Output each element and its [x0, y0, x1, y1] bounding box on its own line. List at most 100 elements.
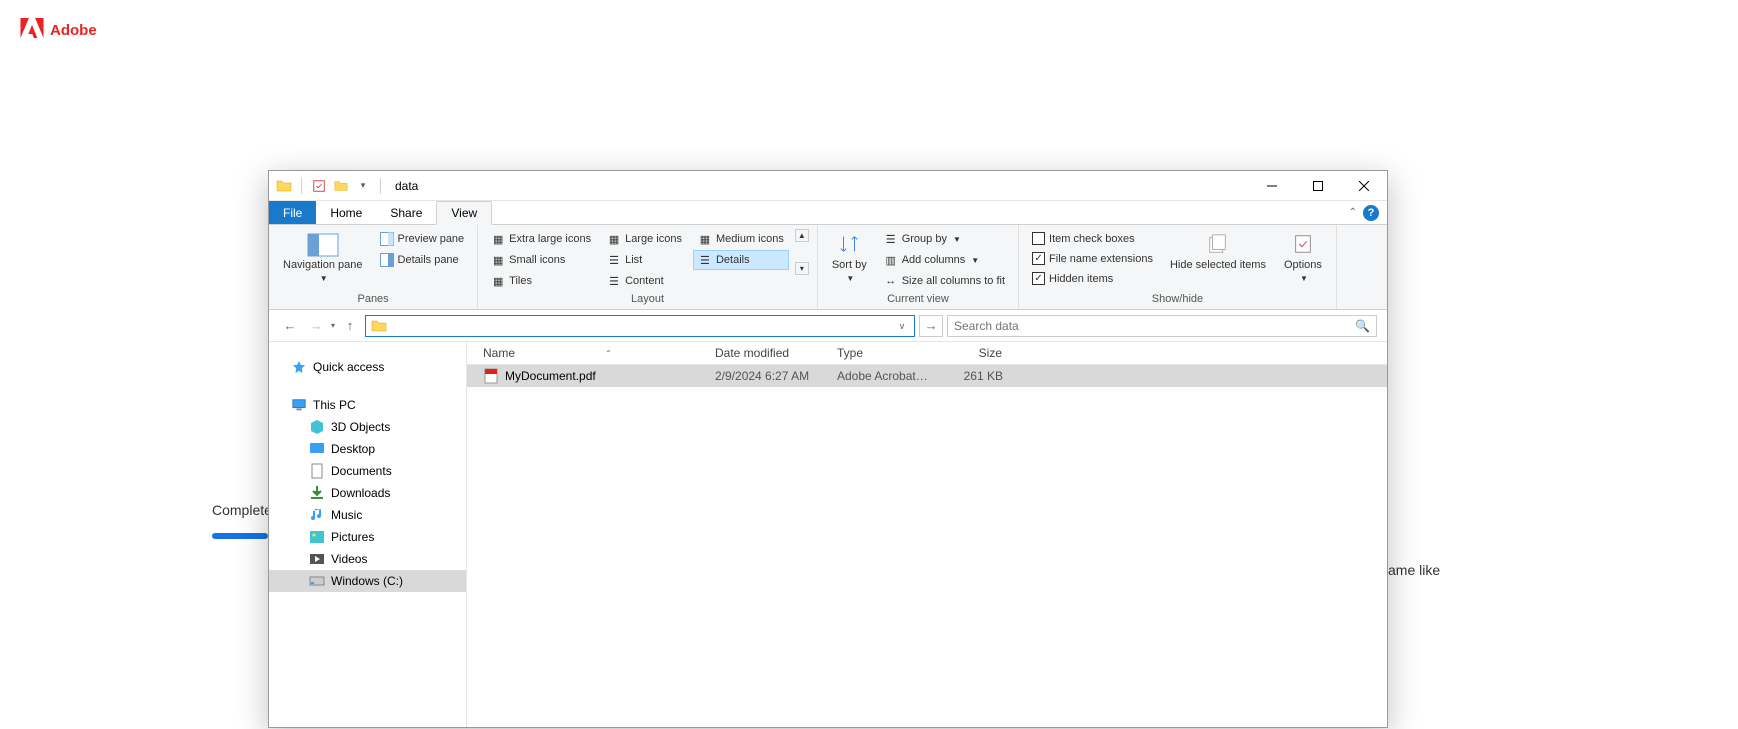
navigation-pane-label: Navigation pane — [283, 259, 363, 272]
forward-button[interactable]: → — [305, 315, 327, 337]
tree-quick-access[interactable]: Quick access — [269, 356, 466, 378]
checkbox-checked-icon: ✓ — [1032, 252, 1045, 265]
details-icon: ☰ — [698, 253, 712, 267]
preview-pane-label: Preview pane — [398, 233, 465, 245]
tree-item[interactable]: Videos — [269, 548, 466, 570]
extra-large-icons-button[interactable]: ▦Extra large icons — [486, 229, 596, 249]
tree-item-icon — [309, 573, 325, 589]
layout-expand-icon[interactable]: ▾ — [795, 262, 809, 275]
properties-icon[interactable] — [310, 177, 328, 195]
tree-item-label: Windows (C:) — [331, 574, 403, 588]
ribbon-tabs: File Home Share View ⌃ ? — [269, 201, 1387, 225]
small-icons-button[interactable]: ▦Small icons — [486, 250, 596, 270]
hidden-items-toggle[interactable]: ✓Hidden items — [1027, 269, 1158, 288]
col-type[interactable]: Type — [829, 342, 939, 364]
options-button[interactable]: Options▼ — [1278, 229, 1328, 288]
ribbon-group-showhide: Item check boxes ✓File name extensions ✓… — [1019, 225, 1337, 309]
adobe-logo: Adobe — [20, 18, 97, 43]
navigation-pane-icon — [307, 233, 339, 257]
help-button[interactable]: ? — [1363, 205, 1379, 221]
adobe-icon — [20, 18, 44, 43]
details-pane-button[interactable]: Details pane — [375, 250, 470, 270]
large-icons-button[interactable]: ▦Large icons — [602, 229, 687, 249]
titlebar-left: ▾ data — [269, 177, 418, 195]
tree-item-label: Downloads — [331, 486, 390, 500]
navigation-pane-button[interactable]: Navigation pane▼ — [277, 229, 369, 288]
tab-share[interactable]: Share — [376, 201, 436, 224]
sort-by-button[interactable]: Sort by▼ — [826, 229, 873, 288]
file-row[interactable]: MyDocument.pdf2/9/2024 6:27 AMAdobe Acro… — [467, 365, 1387, 387]
file-extensions-toggle[interactable]: ✓File name extensions — [1027, 249, 1158, 268]
collapse-ribbon-icon[interactable]: ⌃ — [1349, 207, 1357, 218]
hide-selected-button[interactable]: Hide selected items — [1164, 229, 1272, 276]
tree-item[interactable]: Downloads — [269, 482, 466, 504]
window-controls — [1249, 171, 1387, 201]
maximize-button[interactable] — [1295, 171, 1341, 201]
sort-caret-icon: ⌃ — [605, 349, 612, 358]
close-button[interactable] — [1341, 171, 1387, 201]
minimize-button[interactable] — [1249, 171, 1295, 201]
tree-item[interactable]: Music — [269, 504, 466, 526]
bg-progress-bar — [212, 533, 268, 539]
go-button[interactable]: → — [919, 315, 943, 337]
tree-item[interactable]: Desktop — [269, 438, 466, 460]
tab-view[interactable]: View — [436, 201, 492, 225]
group-by-button[interactable]: ☰Group by▼ — [879, 229, 1010, 249]
list-button[interactable]: ☰List — [602, 250, 687, 270]
add-columns-button[interactable]: ▥Add columns▼ — [879, 250, 1010, 270]
navigation-tree: Quick access This PC 3D Objects Desktop Do… — [269, 342, 467, 727]
folder-small-icon[interactable] — [332, 177, 350, 195]
group-label-panes: Panes — [277, 291, 469, 307]
grid-icon: ▦ — [491, 232, 505, 246]
back-button[interactable]: ← — [279, 315, 301, 337]
content-button[interactable]: ☰Content — [602, 271, 687, 291]
tree-item[interactable]: 3D Objects — [269, 416, 466, 438]
tree-this-pc[interactable]: This PC — [269, 394, 466, 416]
details-view-button[interactable]: ☰Details — [693, 250, 789, 270]
address-bar[interactable]: v — [365, 315, 915, 337]
folder-icon — [275, 177, 293, 195]
tree-item-label: Pictures — [331, 530, 374, 544]
tree-item[interactable]: Windows (C:) — [269, 570, 466, 592]
layout-scroll-up[interactable]: ▲ — [795, 229, 809, 242]
pc-icon — [291, 397, 307, 413]
up-button[interactable]: ↑ — [339, 315, 361, 337]
tree-label: Quick access — [313, 360, 384, 374]
medium-icons-button[interactable]: ▦Medium icons — [693, 229, 789, 249]
item-checkboxes-toggle[interactable]: Item check boxes — [1027, 229, 1158, 248]
separator — [301, 178, 302, 194]
size-columns-button[interactable]: ↔Size all columns to fit — [879, 271, 1010, 291]
checkbox-icon — [1032, 232, 1045, 245]
sort-icon — [833, 233, 865, 257]
tree-item[interactable]: Pictures — [269, 526, 466, 548]
preview-pane-button[interactable]: Preview pane — [375, 229, 470, 249]
cell-name: MyDocument.pdf — [467, 365, 707, 387]
col-date[interactable]: Date modified — [707, 342, 829, 364]
tab-file[interactable]: File — [269, 201, 316, 224]
ribbon: Navigation pane▼ Preview pane Details pa… — [269, 225, 1387, 310]
search-input[interactable] — [954, 319, 1355, 333]
qat-dropdown-icon[interactable]: ▾ — [354, 177, 372, 195]
address-dropdown-icon[interactable]: v — [894, 321, 910, 331]
star-icon — [291, 359, 307, 375]
group-label-showhide: Show/hide — [1027, 291, 1328, 307]
tree-item-icon — [309, 419, 325, 435]
checkbox-checked-icon: ✓ — [1032, 272, 1045, 285]
separator — [380, 178, 381, 194]
tree-item-label: 3D Objects — [331, 420, 390, 434]
group-icon: ☰ — [884, 232, 898, 246]
tiles-button[interactable]: ▦Tiles — [486, 271, 596, 291]
cell-date: 2/9/2024 6:27 AM — [707, 366, 829, 386]
tab-home[interactable]: Home — [316, 201, 376, 224]
cell-size: 261 KB — [939, 366, 1011, 386]
window-title: data — [395, 179, 418, 193]
ribbon-group-panes: Navigation pane▼ Preview pane Details pa… — [269, 225, 478, 309]
col-name[interactable]: Name⌃ — [467, 342, 707, 364]
tree-item-label: Desktop — [331, 442, 375, 456]
list-icon: ☰ — [607, 253, 621, 267]
search-box[interactable]: 🔍 — [947, 315, 1377, 337]
history-dropdown-icon[interactable]: ▾ — [331, 321, 335, 330]
address-input[interactable] — [392, 319, 890, 333]
col-size[interactable]: Size — [939, 342, 1011, 364]
tree-item[interactable]: Documents — [269, 460, 466, 482]
